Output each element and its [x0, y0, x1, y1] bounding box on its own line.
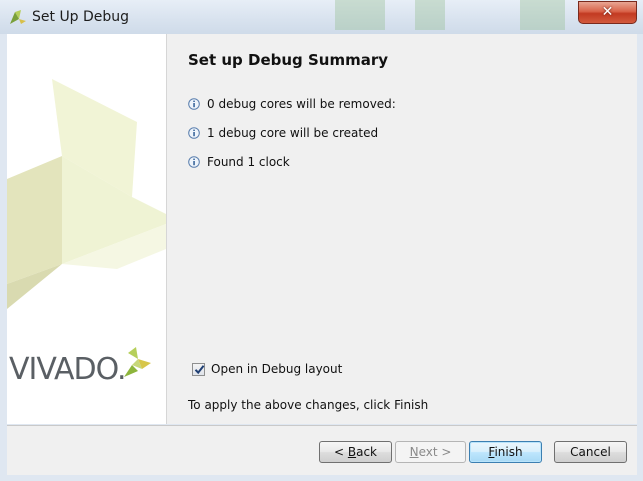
wizard-content: Set up Debug Summary 0 debug cores will …: [167, 34, 637, 424]
checkbox-box[interactable]: [192, 362, 205, 376]
summary-item: 0 debug cores will be removed:: [188, 95, 396, 113]
summary-item-text: 0 debug cores will be removed:: [207, 97, 396, 111]
back-button-mnemonic: B: [347, 445, 357, 459]
info-icon: [188, 156, 200, 168]
next-button-rest: ext >: [418, 445, 452, 459]
background-window-ghost: [520, 0, 565, 30]
checkmark-icon: [194, 364, 205, 374]
page-title: Set up Debug Summary: [188, 51, 389, 69]
info-icon: [188, 127, 200, 139]
background-window-ghost: [335, 0, 385, 30]
vivado-logo-mark-icon: [123, 347, 151, 377]
window-title: Set Up Debug: [32, 9, 130, 25]
finish-hint: To apply the above changes, click Finish: [188, 398, 429, 412]
vivado-logo-text: VIVADO.: [9, 352, 127, 387]
window-frame-right: [637, 34, 643, 481]
next-button[interactable]: Next >: [395, 441, 466, 463]
close-button[interactable]: ✕: [578, 1, 637, 24]
cancel-button[interactable]: Cancel: [554, 441, 627, 463]
summary-item: 1 debug core will be created: [188, 124, 378, 142]
window-frame-left: [0, 34, 7, 481]
finish-button-rest: inish: [494, 445, 523, 459]
back-button-prefix: <: [333, 445, 348, 459]
summary-item-text: Found 1 clock: [207, 155, 290, 169]
wizard-sidebar: VIVADO.: [7, 34, 167, 424]
back-button[interactable]: < Back: [319, 441, 392, 463]
cancel-button-label: Cancel: [570, 445, 611, 459]
close-icon: ✕: [601, 4, 614, 20]
open-debug-layout-checkbox[interactable]: Open in Debug layout: [192, 362, 342, 376]
back-button-rest: ack: [356, 445, 377, 459]
next-button-mnemonic: N: [409, 445, 419, 459]
summary-item: Found 1 clock: [188, 153, 290, 171]
info-icon: [188, 98, 200, 110]
vivado-app-icon: [10, 10, 26, 24]
background-window-ghost: [415, 0, 445, 30]
title-bar: Set Up Debug ✕: [0, 0, 643, 35]
finish-button[interactable]: Finish: [469, 441, 542, 463]
checkbox-label: Open in Debug layout: [211, 362, 343, 376]
vivado-logo: VIVADO.: [9, 347, 152, 387]
summary-item-text: 1 debug core will be created: [207, 126, 379, 140]
